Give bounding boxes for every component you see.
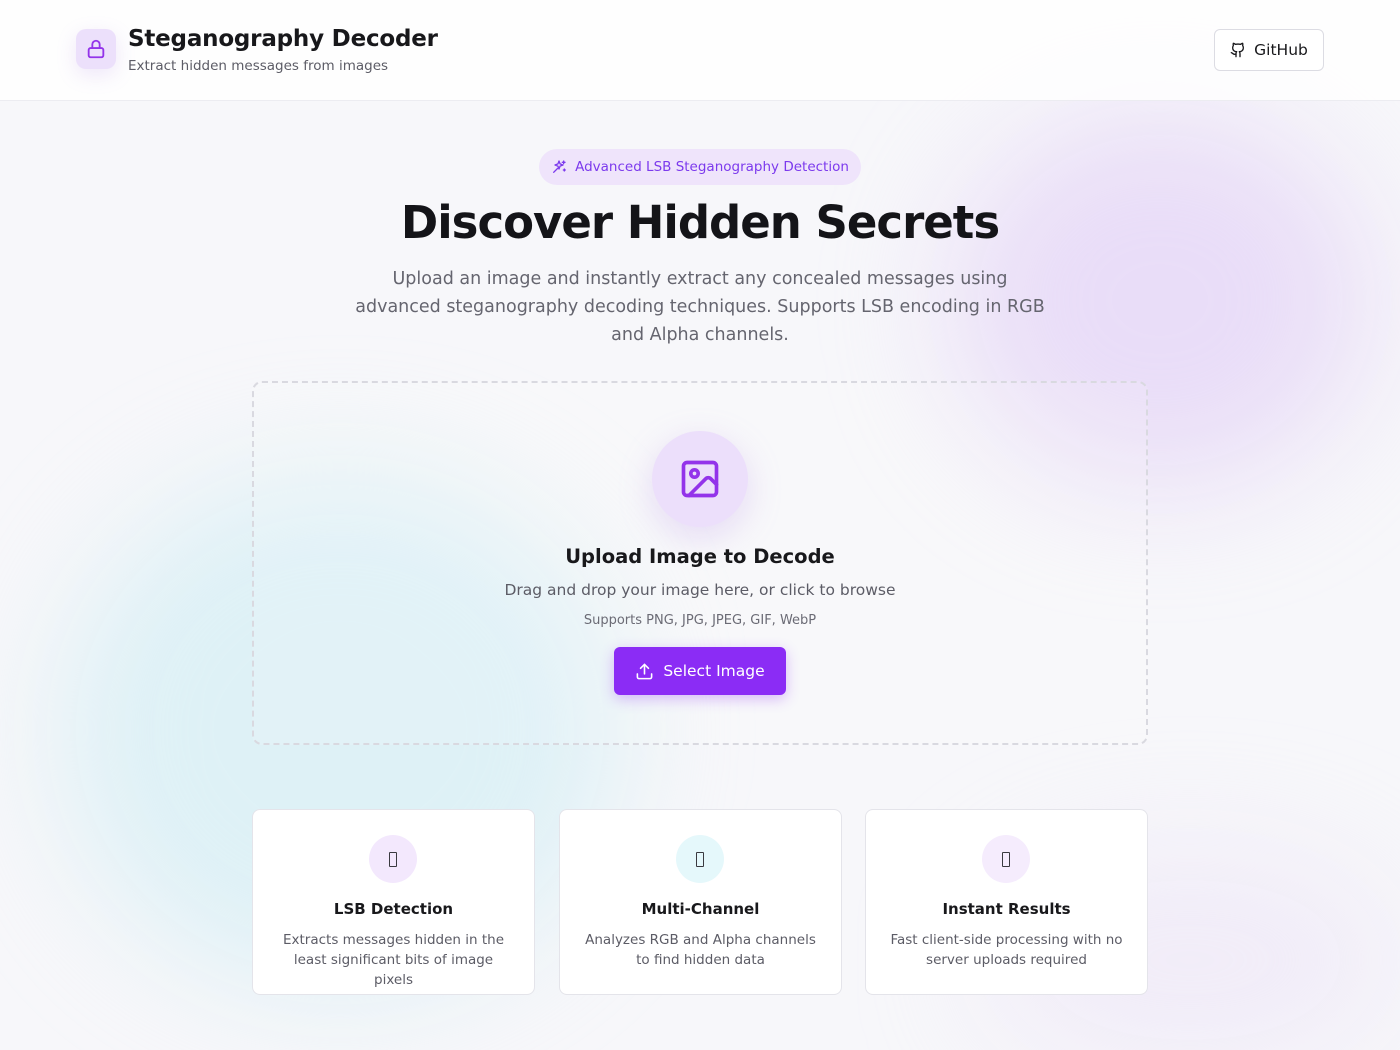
app-subtitle: Extract hidden messages from images [128,58,389,74]
feature-badge: Advanced LSB Steganography Detection [539,149,861,185]
feature-description: Fast client-side processing with no serv… [890,932,1123,968]
hero-title: Discover Hidden Secrets [400,196,1000,249]
github-icon [1230,42,1246,58]
github-label: GitHub [1254,41,1308,59]
missing-glyph-icon [369,835,417,883]
badge-label: Advanced LSB Steganography Detection [575,159,849,175]
feature-card-multi-channel: Multi-Channel Analyzes RGB and Alpha cha… [559,809,842,995]
feature-card-lsb-detection: LSB Detection Extracts messages hidden i… [252,809,535,995]
upload-title: Upload Image to Decode [565,545,835,568]
feature-title: Multi-Channel [641,900,760,918]
github-button[interactable]: GitHub [1214,29,1324,71]
upload-description: Drag and drop your image here, or click … [504,581,896,599]
feature-title: Instant Results [942,900,1071,918]
sparkles-icon [551,159,567,175]
select-image-label: Select Image [663,662,765,680]
missing-glyph-icon [982,835,1030,883]
feature-card-instant-results: Instant Results Fast client-side process… [865,809,1148,995]
upload-icon [635,662,654,681]
image-icon [652,431,748,527]
feature-description: Analyzes RGB and Alpha channels to find … [585,932,816,968]
supported-formats: Supports PNG, JPG, JPEG, GIF, WebP [583,613,817,628]
lock-icon [76,29,116,69]
feature-description: Extracts messages hidden in the least si… [282,932,505,988]
app-header: Steganography Decoder Extract hidden mes… [0,0,1400,101]
app-title: Steganography Decoder [128,26,438,52]
feature-title: LSB Detection [333,900,454,918]
upload-dropzone[interactable]: Upload Image to Decode Drag and drop you… [252,381,1148,745]
select-image-button[interactable]: Select Image [614,647,786,695]
hero-description: Upload an image and instantly extract an… [355,269,1045,345]
missing-glyph-icon [676,835,724,883]
